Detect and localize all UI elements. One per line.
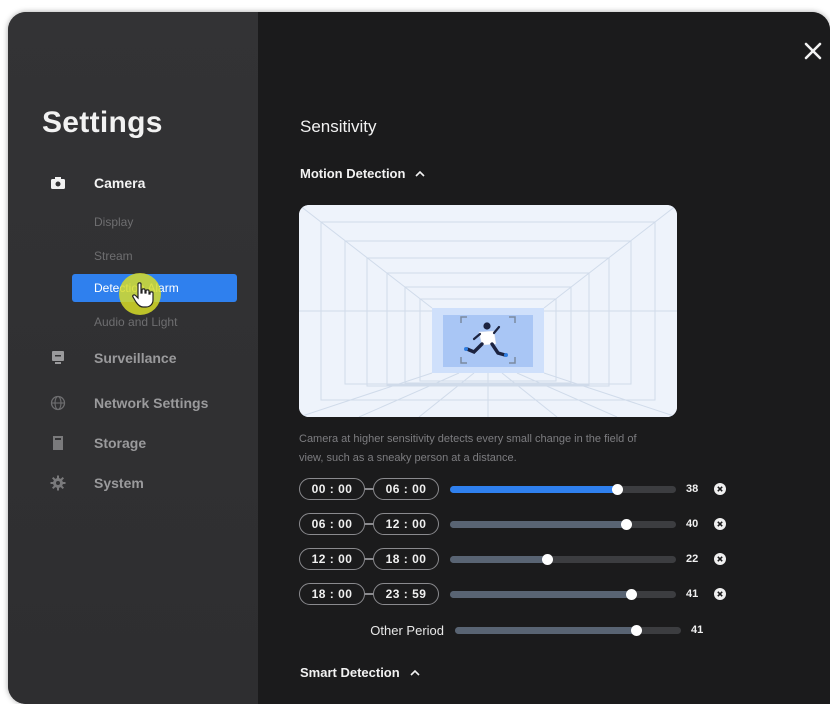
slider-fill bbox=[455, 626, 636, 634]
other-period-label: Other Period bbox=[370, 622, 444, 638]
remove-period-icon[interactable] bbox=[714, 518, 726, 530]
other-period-value: 41 bbox=[691, 624, 704, 636]
period-start-time[interactable]: 12 : 00 bbox=[299, 548, 365, 570]
gear-icon bbox=[50, 475, 66, 491]
remove-period-icon[interactable] bbox=[714, 483, 726, 495]
slider-knob[interactable] bbox=[542, 553, 553, 565]
sensitivity-value: 40 bbox=[686, 518, 699, 530]
sensitivity-value: 41 bbox=[686, 588, 699, 600]
period-end-time[interactable]: 06 : 00 bbox=[373, 478, 439, 500]
storage-icon bbox=[50, 435, 66, 451]
chevron-up-icon bbox=[410, 669, 420, 676]
description-line: Camera at higher sensitivity detects eve… bbox=[299, 433, 637, 445]
monitor-icon bbox=[50, 350, 66, 366]
sidebar-item-label: System bbox=[94, 475, 144, 491]
main-panel: Sensitivity Motion Detection Camera at h… bbox=[258, 12, 830, 704]
slider-fill bbox=[450, 485, 617, 493]
slider-knob[interactable] bbox=[626, 588, 637, 600]
sensitivity-slider[interactable] bbox=[450, 518, 676, 530]
page-title: Settings bbox=[42, 106, 163, 139]
slider-knob[interactable] bbox=[631, 624, 642, 636]
sensitivity-description: Camera at higher sensitivity detects eve… bbox=[299, 430, 699, 468]
motion-detection-toggle[interactable]: Motion Detection bbox=[300, 166, 426, 181]
sidebar-item-label: Surveillance bbox=[94, 350, 177, 366]
smart-detection-label: Smart Detection bbox=[300, 665, 400, 680]
slider-fill bbox=[450, 555, 547, 563]
period-row: 12 : 00 18 : 00 22 bbox=[299, 547, 726, 571]
other-period-row: Other Period 41 bbox=[299, 618, 715, 642]
period-end-time[interactable]: 23 : 59 bbox=[373, 583, 439, 605]
period-start-time[interactable]: 06 : 00 bbox=[299, 513, 365, 535]
period-separator bbox=[365, 523, 373, 525]
period-start-time[interactable]: 18 : 00 bbox=[299, 583, 365, 605]
slider-fill bbox=[450, 520, 626, 528]
sidebar-item-surveillance[interactable]: Surveillance bbox=[50, 347, 177, 369]
sidebar-item-label: Network Settings bbox=[94, 395, 209, 411]
close-icon[interactable] bbox=[802, 40, 824, 62]
remove-period-icon[interactable] bbox=[714, 553, 726, 565]
sensitivity-slider[interactable] bbox=[450, 588, 676, 600]
description-line: view, such as a sneaky person at a dista… bbox=[299, 452, 517, 464]
sidebar-item-network-settings[interactable]: Network Settings bbox=[50, 392, 208, 414]
sidebar-item-camera[interactable]: Camera bbox=[50, 172, 145, 194]
sidebar-item-storage[interactable]: Storage bbox=[50, 432, 146, 454]
corridor-illustration bbox=[299, 205, 677, 417]
sidebar-item-system[interactable]: System bbox=[50, 472, 144, 494]
sensitivity-value: 38 bbox=[686, 483, 699, 495]
sidebar: Settings Camera Display Stream Detection… bbox=[8, 12, 258, 704]
chevron-up-icon bbox=[415, 170, 426, 177]
sidebar-item-label: Camera bbox=[94, 175, 146, 191]
sensitivity-slider[interactable] bbox=[450, 483, 676, 495]
motion-detection-illustration bbox=[299, 205, 677, 417]
motion-detection-label: Motion Detection bbox=[300, 166, 406, 181]
period-row: 00 : 00 06 : 00 38 bbox=[299, 477, 726, 501]
sensitivity-value: 22 bbox=[686, 553, 699, 565]
slider-knob[interactable] bbox=[612, 483, 623, 495]
slider-fill bbox=[450, 590, 631, 598]
subitem-display[interactable]: Display bbox=[94, 215, 133, 229]
period-separator bbox=[365, 593, 373, 595]
globe-icon bbox=[50, 395, 66, 411]
sensitivity-slider[interactable] bbox=[450, 553, 676, 565]
period-start-time[interactable]: 00 : 00 bbox=[299, 478, 365, 500]
section-title: Sensitivity bbox=[300, 117, 377, 136]
other-period-slider[interactable] bbox=[455, 624, 681, 636]
period-separator bbox=[365, 558, 373, 560]
subitem-stream[interactable]: Stream bbox=[94, 249, 133, 263]
slider-knob[interactable] bbox=[621, 518, 632, 530]
hand-cursor-icon bbox=[132, 282, 154, 308]
subitem-audio-light[interactable]: Audio and Light bbox=[94, 315, 177, 329]
period-row: 06 : 00 12 : 00 40 bbox=[299, 512, 726, 536]
period-separator bbox=[365, 488, 373, 490]
smart-detection-toggle[interactable]: Smart Detection bbox=[300, 665, 420, 680]
settings-window: Settings Camera Display Stream Detection… bbox=[8, 12, 830, 704]
period-row: 18 : 00 23 : 59 41 bbox=[299, 582, 726, 606]
period-end-time[interactable]: 12 : 00 bbox=[373, 513, 439, 535]
remove-period-icon[interactable] bbox=[714, 588, 726, 600]
sidebar-item-label: Storage bbox=[94, 435, 147, 451]
period-end-time[interactable]: 18 : 00 bbox=[373, 548, 439, 570]
camera-icon bbox=[50, 175, 66, 191]
